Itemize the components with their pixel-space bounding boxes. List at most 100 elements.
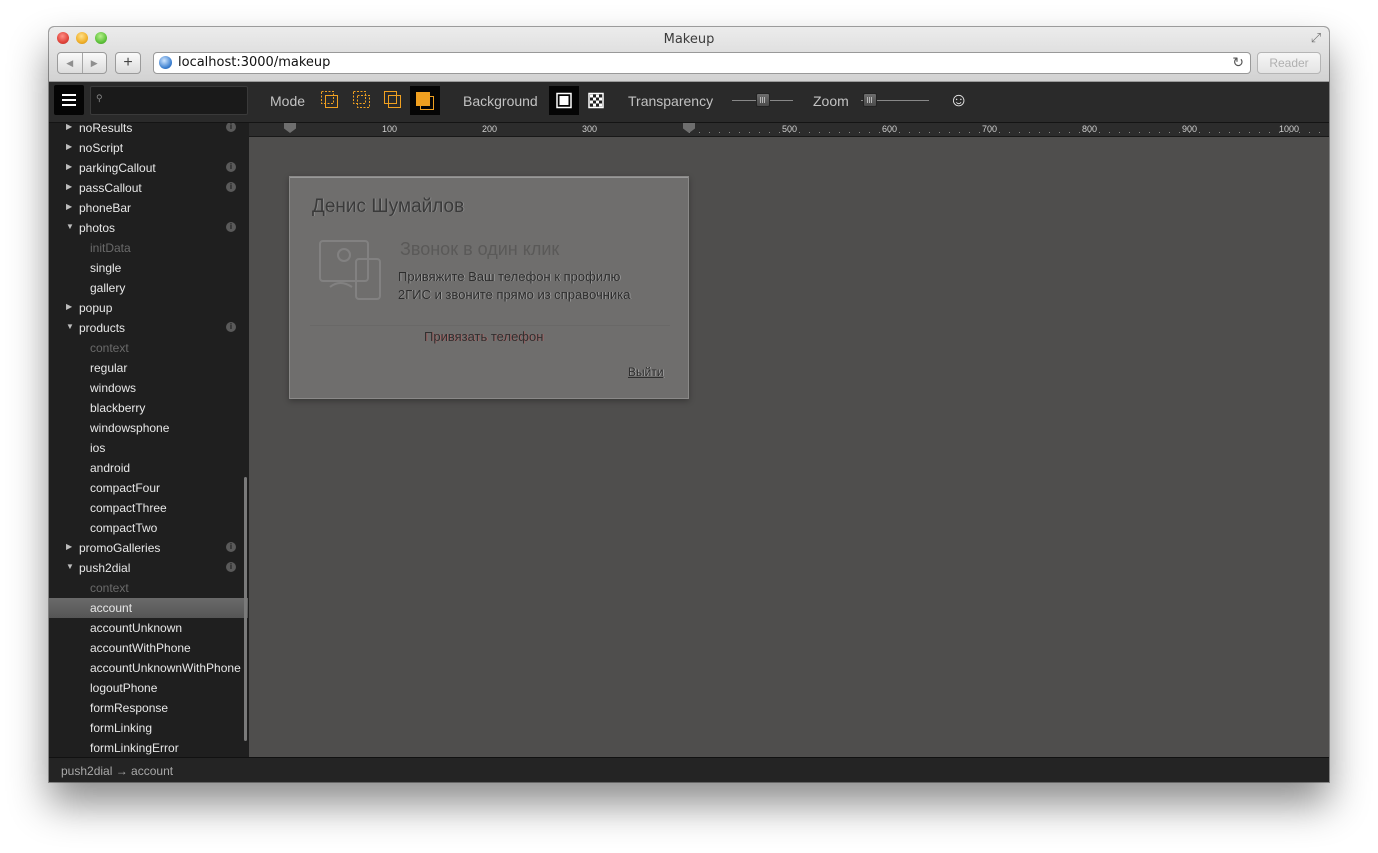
tree-item[interactable]: ▶ promoGalleries i (49, 538, 248, 558)
card-description: Привяжите Ваш телефон к профилю 2ГИС и з… (398, 268, 678, 304)
tree-item-label: android (90, 461, 131, 475)
smiley-icon[interactable]: ☺ (949, 90, 968, 112)
tree-item[interactable]: windowsphone (49, 418, 248, 438)
component-tree: formLinkingError formLinking formResponse l… (49, 123, 248, 757)
tree-item[interactable]: single (49, 258, 248, 278)
tree-item[interactable]: ▼ push2dial i (49, 558, 248, 578)
fullscreen-icon[interactable]: ⤢ (1309, 31, 1323, 45)
ruler-start-marker[interactable] (284, 123, 296, 133)
window-title: Makeup (663, 32, 715, 47)
tree-item-label: initData (90, 241, 131, 255)
expanded-arrow-icon[interactable]: ▼ (66, 222, 74, 231)
collapsed-arrow-icon[interactable]: ▶ (66, 142, 72, 151)
expanded-arrow-icon[interactable]: ▼ (66, 322, 74, 331)
browser-window: Makeup ⤢ ◀ ▶ + localhost:3000/makeup ↻ R… (49, 27, 1329, 782)
forward-arrow-icon: ▶ (90, 57, 98, 68)
tree-item[interactable]: accountUnknownWithPhone (49, 658, 248, 678)
back-button[interactable]: ◀ (58, 53, 82, 73)
zoom-slider-thumb[interactable] (863, 93, 877, 107)
sidebar-scrollbar[interactable] (244, 477, 247, 741)
tree-item[interactable]: compactFour (49, 478, 248, 498)
tree-item[interactable]: ▼ products i (49, 318, 248, 338)
tree-item[interactable]: context (49, 338, 248, 358)
tree-item[interactable]: regular (49, 358, 248, 378)
collapsed-arrow-icon[interactable]: ▶ (66, 123, 72, 131)
tree-item-label: windows (90, 381, 137, 395)
ruler-label: 500 (782, 124, 798, 134)
info-icon[interactable]: i (226, 222, 236, 232)
tree-item[interactable]: ▶ passCallout i (49, 178, 248, 198)
mode-overlay-icon[interactable] (352, 90, 372, 110)
forward-button[interactable]: ▶ (81, 53, 107, 73)
info-icon[interactable]: i (226, 562, 236, 572)
tree-item-label: compactThree (90, 501, 167, 515)
tree-item[interactable]: account (49, 598, 248, 618)
info-icon[interactable]: i (226, 182, 236, 192)
tree-item[interactable]: accountWithPhone (49, 638, 248, 658)
globe-icon (159, 56, 172, 69)
mode-difference-icon[interactable] (383, 90, 403, 110)
tree-item-label: promoGalleries (79, 541, 161, 555)
tree-item[interactable]: initData (49, 238, 248, 258)
tree-item[interactable]: gallery (49, 278, 248, 298)
tree-item[interactable]: ▼ photos i (49, 218, 248, 238)
info-icon[interactable]: i (226, 162, 236, 172)
reader-button[interactable]: Reader (1257, 52, 1321, 74)
mode-onion-button[interactable] (410, 86, 440, 115)
tree-item[interactable]: accountUnknown (49, 618, 248, 638)
tree-item[interactable]: ▶ parkingCallout i (49, 158, 248, 178)
url-text[interactable]: localhost:3000/makeup (178, 55, 330, 70)
new-tab-button[interactable]: + (115, 52, 141, 74)
tree-item[interactable]: ▶ noResults i (49, 123, 248, 138)
collapsed-arrow-icon[interactable]: ▶ (66, 302, 72, 311)
tree-item-label: formLinking (90, 721, 153, 735)
tree-item[interactable]: ios (49, 438, 248, 458)
tree-item-label: formResponse (90, 701, 169, 715)
tree-item[interactable]: compactThree (49, 498, 248, 518)
collapsed-arrow-icon[interactable]: ▶ (66, 542, 72, 551)
expanded-arrow-icon[interactable]: ▼ (66, 562, 74, 571)
tree-item[interactable]: compactTwo (49, 518, 248, 538)
tree-item[interactable]: blackberry (49, 398, 248, 418)
tree-item-label: products (79, 321, 126, 335)
background-white-button[interactable] (549, 86, 579, 115)
tree-item[interactable]: context (49, 578, 248, 598)
ruler-label: 600 (882, 124, 898, 134)
tree-item[interactable]: formResponse (49, 698, 248, 718)
app-toolbar: ⚲ Mode Background Transparency Zoom ☺ (49, 82, 1329, 123)
zoom-slider[interactable] (861, 93, 929, 107)
transparency-label: Transparency (628, 93, 714, 109)
tree-item[interactable]: formLinking (49, 718, 248, 738)
search-input[interactable] (90, 86, 248, 115)
card-description-line: Привяжите Ваш телефон к профилю (398, 269, 621, 284)
collapsed-arrow-icon[interactable]: ▶ (66, 182, 72, 191)
tree-item[interactable]: formLinkingError (49, 738, 248, 757)
link-phone-link[interactable]: Привязать телефон (424, 329, 543, 344)
tree-item-label: single (90, 261, 122, 275)
tree-item[interactable]: windows (49, 378, 248, 398)
card-headline: Звонок в один клик (400, 239, 560, 259)
info-icon[interactable]: i (226, 123, 236, 132)
checkerboard-icon (588, 92, 604, 109)
tree-item[interactable]: android (49, 458, 248, 478)
ruler-label: 300 (582, 124, 598, 134)
background-checker-button[interactable] (581, 86, 611, 115)
tree-item[interactable]: ▶ popup (49, 298, 248, 318)
transparency-slider-thumb[interactable] (756, 93, 770, 107)
mode-outline-icon[interactable] (320, 90, 340, 110)
menu-button[interactable] (54, 85, 84, 115)
collapsed-arrow-icon[interactable]: ▶ (66, 162, 72, 171)
address-bar[interactable]: localhost:3000/makeup ↻ (153, 52, 1251, 74)
ruler-label: 800 (1082, 124, 1098, 134)
tree-item-label: context (90, 341, 129, 355)
logout-link[interactable]: Выйти (628, 365, 664, 379)
info-icon[interactable]: i (226, 542, 236, 552)
collapsed-arrow-icon[interactable]: ▶ (66, 202, 72, 211)
tree-item[interactable]: logoutPhone (49, 678, 248, 698)
reload-icon[interactable]: ↻ (1232, 54, 1244, 71)
info-icon[interactable]: i (226, 322, 236, 332)
tree-item[interactable]: ▶ phoneBar (49, 198, 248, 218)
tree-item[interactable]: ▶ noScript (49, 138, 248, 158)
tree-item-label: photos (79, 221, 116, 235)
transparency-slider[interactable] (732, 93, 793, 107)
